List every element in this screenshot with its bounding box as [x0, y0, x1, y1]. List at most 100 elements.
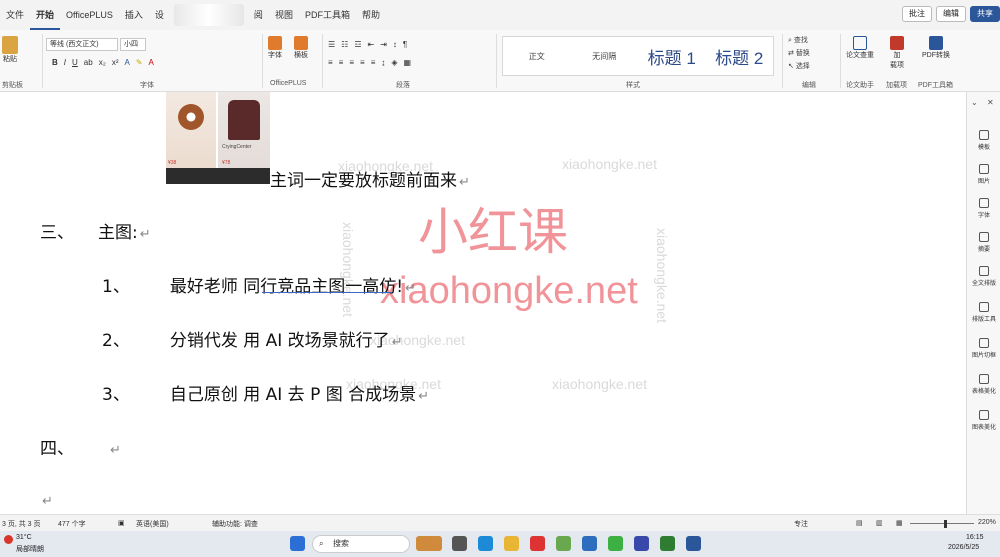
focus-button[interactable]: 专注	[794, 519, 808, 529]
app-icon[interactable]	[634, 536, 649, 551]
document-page[interactable]: CryingCenter ¥38 ¥78 xiaohongke.net xiao…	[0, 92, 966, 514]
align-left-icon[interactable]: ≡	[328, 58, 333, 67]
zoom-level[interactable]: 220%	[978, 519, 996, 526]
multilevel-icon[interactable]: ☲	[354, 40, 361, 49]
justify-icon[interactable]: ≡	[360, 58, 365, 67]
paste-button[interactable]: 粘贴	[2, 36, 18, 64]
font-plus-button[interactable]: 字体	[268, 36, 282, 60]
numbering-icon[interactable]: ☷	[341, 40, 348, 49]
tab-home[interactable]: 开始	[30, 0, 61, 30]
app-icon[interactable]	[530, 536, 545, 551]
layout-icon	[294, 36, 308, 50]
proofing-icon[interactable]: ▣	[118, 519, 125, 527]
pane-item-template[interactable]: 模板	[967, 130, 1000, 151]
find-button[interactable]: ⌕ 查找	[788, 34, 810, 47]
pane-item-label: 图片	[977, 179, 990, 185]
page-count[interactable]: 3 页, 共 3 页	[2, 519, 41, 529]
read-mode-icon[interactable]: ▤	[856, 519, 863, 527]
start-icon[interactable]	[290, 536, 305, 551]
tab-insert[interactable]: 插入	[119, 0, 149, 30]
text-effects-button[interactable]: A	[124, 58, 129, 67]
subscript-button[interactable]: x₂	[99, 58, 106, 67]
tab-file[interactable]: 文件	[0, 0, 30, 30]
word-icon[interactable]	[686, 536, 701, 551]
list-number: 四、	[40, 439, 74, 459]
tab-view[interactable]: 视图	[269, 0, 299, 30]
paper-check-button[interactable]: 论文查重	[846, 36, 874, 60]
tab-pdf-toolbox[interactable]: PDF工具箱	[299, 0, 356, 30]
comment-button[interactable]: 批注	[902, 6, 932, 22]
taskbar-search[interactable]: ⌕ 搜索	[312, 535, 410, 553]
edge-icon[interactable]	[478, 536, 493, 551]
tab-help[interactable]: 帮助	[356, 0, 386, 30]
pane-item-summary[interactable]: 摘要	[967, 232, 1000, 253]
tab-design[interactable]: 设	[149, 0, 170, 30]
pane-item-image-crop[interactable]: 图片切框	[967, 338, 1000, 359]
sort-icon[interactable]: ↕	[393, 40, 397, 49]
print-layout-icon[interactable]: ▥	[876, 519, 883, 527]
widget-icon[interactable]	[416, 536, 442, 551]
web-layout-icon[interactable]: ▦	[896, 519, 903, 527]
align-center-icon[interactable]: ≡	[339, 58, 344, 67]
zoom-slider-thumb[interactable]	[944, 520, 947, 528]
watermark: xiaohongke.net	[562, 156, 657, 172]
weather-desc[interactable]: 局部晴朗	[16, 544, 44, 554]
highlight-button[interactable]: ✎	[136, 58, 143, 67]
app-icon[interactable]	[556, 536, 571, 551]
pane-item-font[interactable]: 字体	[967, 198, 1000, 219]
addin-button[interactable]: 加 载项	[890, 36, 904, 70]
align-right-icon[interactable]: ≡	[349, 58, 354, 67]
style-no-spacing[interactable]: 无间隔	[571, 51, 639, 62]
paragraph-mark: ↵	[391, 335, 403, 350]
replace-button[interactable]: ⇄ 替换	[788, 47, 810, 60]
shading-icon[interactable]: ◈	[391, 58, 397, 67]
pane-collapse-icon[interactable]: ⌄	[971, 98, 978, 107]
style-normal[interactable]: 正文	[503, 51, 571, 62]
pane-item-layout[interactable]: 全文排版	[967, 266, 1000, 287]
find-label: 查找	[793, 37, 808, 44]
wechat-icon[interactable]	[608, 536, 623, 551]
clock-time[interactable]: 16:15	[966, 534, 984, 541]
word-count[interactable]: 477 个字	[58, 519, 86, 529]
tab-review[interactable]: 阅	[248, 0, 269, 30]
line-spacing-icon[interactable]: ↨	[381, 58, 385, 67]
pane-item-table-style[interactable]: 表格美化	[967, 374, 1000, 395]
font-size-select[interactable]: 小四	[120, 38, 146, 51]
show-marks-icon[interactable]: ¶	[403, 40, 407, 49]
weather-temp[interactable]: 31°C	[16, 534, 32, 541]
horizontal-button[interactable]: 横板	[294, 36, 308, 60]
zoom-slider[interactable]	[910, 523, 974, 524]
language-status[interactable]: 英语(美国)	[136, 519, 169, 529]
indent-decrease-icon[interactable]: ⇤	[368, 40, 375, 49]
accessibility-status[interactable]: 辅助功能: 调查	[212, 519, 258, 529]
underline-button[interactable]: U	[72, 58, 78, 67]
distribute-icon[interactable]: ≡	[371, 58, 376, 67]
app-icon[interactable]	[582, 536, 597, 551]
select-button[interactable]: ↖ 选择	[788, 60, 810, 73]
pane-item-image[interactable]: 图片	[967, 164, 1000, 185]
strikethrough-button[interactable]: ab	[84, 58, 93, 67]
font-name-select[interactable]: 等线 (西文正文)	[46, 38, 118, 51]
bold-button[interactable]: B	[52, 58, 58, 67]
bullets-icon[interactable]: ☰	[328, 40, 335, 49]
pane-close-icon[interactable]: ✕	[987, 98, 994, 107]
pane-item-chart-style[interactable]: 图表美化	[967, 410, 1000, 431]
style-heading-1[interactable]: 标题 1	[638, 44, 706, 69]
pane-item-layout-tools[interactable]: 排版工具	[967, 302, 1000, 323]
clock-date[interactable]: 2026/5/25	[948, 544, 979, 551]
borders-icon[interactable]: ▦	[404, 58, 412, 67]
share-button[interactable]: 共享	[970, 6, 1000, 22]
task-view-icon[interactable]	[452, 536, 467, 551]
font-color-button[interactable]: A	[149, 58, 154, 67]
app-icon[interactable]	[660, 536, 675, 551]
edit-mode-button[interactable]: 编辑	[936, 6, 966, 22]
paragraph-mark: ↵	[139, 227, 151, 242]
tab-officeplus[interactable]: OfficePLUS	[60, 0, 119, 30]
italic-button[interactable]: I	[64, 58, 66, 67]
style-heading-2[interactable]: 标题 2	[706, 44, 774, 69]
pdf-convert-button[interactable]: PDF转换	[922, 36, 950, 60]
folder-icon[interactable]	[504, 536, 519, 551]
styles-gallery: 正文 无间隔 标题 1 标题 2	[502, 36, 774, 76]
indent-increase-icon[interactable]: ⇥	[380, 40, 387, 49]
superscript-button[interactable]: x²	[112, 58, 119, 67]
